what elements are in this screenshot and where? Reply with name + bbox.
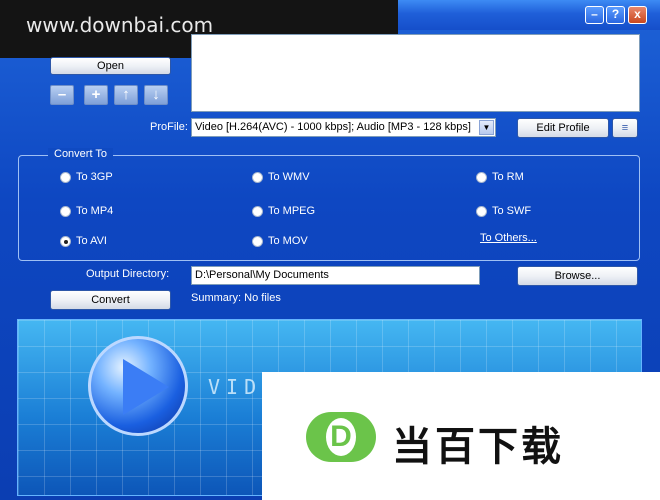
radio-icon[interactable] <box>60 205 71 217</box>
edit-profile-button[interactable]: Edit Profile <box>517 118 609 138</box>
minimize-button[interactable]: – <box>585 6 604 24</box>
radio-label: To MPEG <box>268 205 316 217</box>
radio-label: To MOV <box>268 235 308 247</box>
radio-to-wmv[interactable]: To WMV <box>252 171 310 183</box>
to-others-link[interactable]: To Others... <box>480 232 537 244</box>
radio-icon[interactable] <box>252 235 263 247</box>
radio-to-mov[interactable]: To MOV <box>252 235 308 247</box>
profile-list-icon[interactable]: ≡ <box>612 118 638 138</box>
radio-icon[interactable] <box>252 171 263 183</box>
convert-to-title: Convert To <box>48 148 113 160</box>
output-directory-input[interactable]: D:\Personal\My Documents <box>191 266 480 285</box>
radio-icon[interactable] <box>476 171 487 183</box>
open-button[interactable]: Open <box>50 57 171 75</box>
play-triangle-icon <box>123 359 169 415</box>
radio-to-mpeg[interactable]: To MPEG <box>252 205 315 217</box>
help-button[interactable]: ? <box>606 6 625 24</box>
radio-to-swf[interactable]: To SWF <box>476 205 531 217</box>
summary-text: Summary: No files <box>191 292 281 304</box>
move-down-button[interactable]: ↓ <box>144 85 168 105</box>
app-window: – ? x www.downbai.com Open – + ↑ ↓ ProFi… <box>0 0 660 500</box>
radio-label: To RM <box>492 171 524 183</box>
radio-to-avi[interactable]: To AVI <box>60 235 107 247</box>
chevron-down-icon[interactable]: ▼ <box>479 120 494 135</box>
watermark-logo: D 当百下载 <box>262 372 660 500</box>
logo-badge: D <box>306 412 376 462</box>
radio-icon[interactable] <box>476 205 487 217</box>
move-up-button[interactable]: ↑ <box>114 85 138 105</box>
radio-label: To SWF <box>492 205 532 217</box>
radio-icon[interactable] <box>252 205 263 217</box>
radio-label: To AVI <box>76 235 107 247</box>
radio-label: To MP4 <box>76 205 114 217</box>
convert-button[interactable]: Convert <box>50 290 171 310</box>
remove-button[interactable]: – <box>50 85 74 105</box>
logo-letter: D <box>326 418 356 456</box>
file-list[interactable] <box>191 34 640 112</box>
radio-icon[interactable] <box>60 171 71 183</box>
add-button[interactable]: + <box>84 85 108 105</box>
browse-button[interactable]: Browse... <box>517 266 638 286</box>
radio-label: To WMV <box>268 171 310 183</box>
profile-label: ProFile: <box>150 121 188 133</box>
output-directory-label: Output Directory: <box>86 268 170 280</box>
profile-select[interactable]: Video [H.264(AVC) - 1000 kbps]; Audio [M… <box>191 118 496 137</box>
logo-text: 当百下载 <box>392 424 564 470</box>
radio-to-3gp[interactable]: To 3GP <box>60 171 113 183</box>
radio-selected-icon[interactable] <box>60 235 71 247</box>
radio-to-mp4[interactable]: To MP4 <box>60 205 113 217</box>
close-button[interactable]: x <box>628 6 647 24</box>
profile-value: Video [H.264(AVC) - 1000 kbps]; Audio [M… <box>195 121 471 133</box>
radio-label: To 3GP <box>76 171 113 183</box>
play-icon <box>88 336 188 436</box>
radio-to-rm[interactable]: To RM <box>476 171 524 183</box>
